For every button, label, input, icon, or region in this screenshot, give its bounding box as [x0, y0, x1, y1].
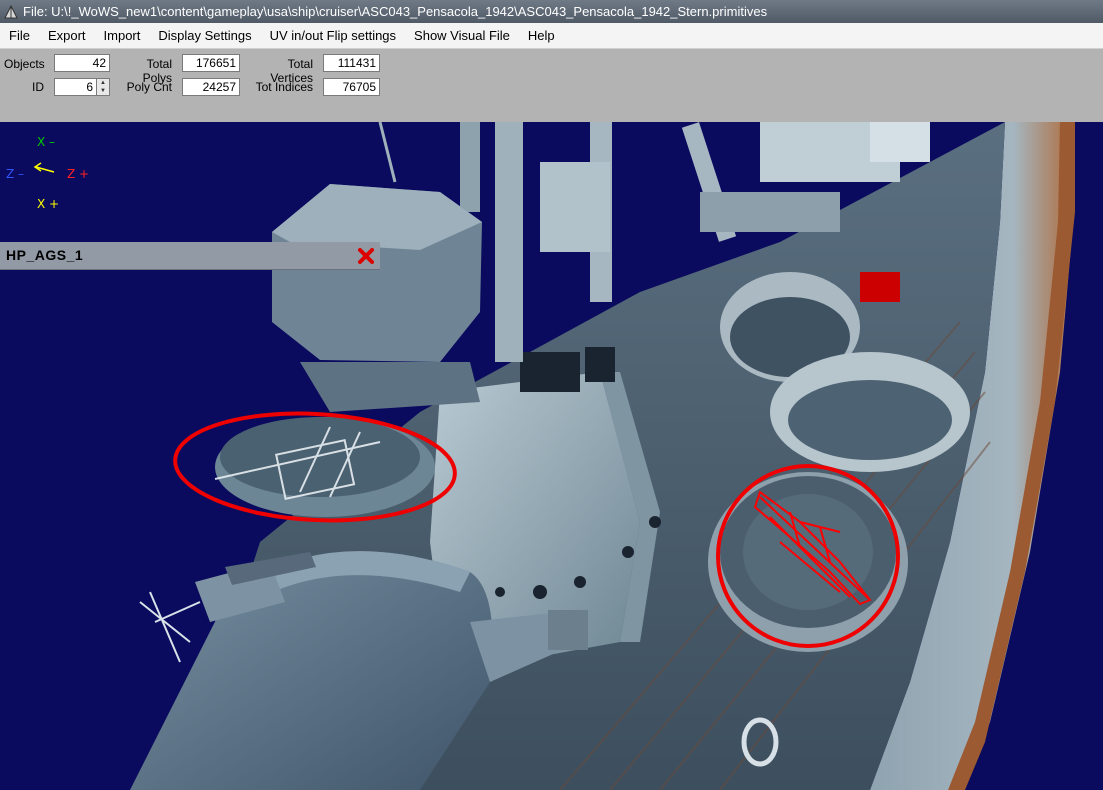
id-field[interactable]: 6: [54, 78, 97, 96]
menu-display-settings[interactable]: Display Settings: [149, 28, 260, 43]
total-vertices-field[interactable]: 111431: [323, 54, 380, 72]
id-label: ID: [32, 80, 44, 94]
poly-cnt-label: Poly Cnt: [126, 80, 172, 94]
axis-z-minus-label: Z –: [6, 167, 25, 181]
title-bar: File: U:\!_WoWS_new1\content\gameplay\us…: [0, 0, 1103, 23]
menu-import[interactable]: Import: [95, 28, 150, 43]
axis-x-plus-label: X +: [37, 197, 60, 211]
ship-model-render: [130, 122, 1075, 790]
stats-panel: Objects 42 ID 6 ▲ ▼ Total Polys 176651 P…: [0, 49, 1103, 122]
spin-up-icon[interactable]: ▲: [97, 79, 109, 87]
spin-down-icon[interactable]: ▼: [97, 87, 109, 95]
menu-uv-flip-settings[interactable]: UV in/out Flip settings: [261, 28, 405, 43]
menu-file[interactable]: File: [0, 28, 39, 43]
id-spinner[interactable]: ▲ ▼: [97, 78, 110, 96]
axis-z-plus-label: Z +: [67, 167, 90, 181]
objects-label: Objects: [4, 57, 45, 71]
menu-help[interactable]: Help: [519, 28, 564, 43]
menu-export[interactable]: Export: [39, 28, 95, 43]
objects-field[interactable]: 42: [54, 54, 110, 72]
tot-indices-label: Tot Indices: [255, 80, 313, 94]
tot-indices-field[interactable]: 76705: [323, 78, 380, 96]
hardpoint-name: HP_AGS_1: [6, 247, 84, 263]
axis-arrow-icon: [33, 162, 55, 173]
poly-cnt-field[interactable]: 24257: [182, 78, 240, 96]
axis-x-minus-label: X –: [37, 135, 56, 149]
hardpoint-panel: HP_AGS_1: [0, 242, 380, 269]
menu-show-visual-file[interactable]: Show Visual File: [405, 28, 519, 43]
app-icon: [4, 4, 18, 18]
close-icon[interactable]: [357, 247, 375, 265]
menu-bar: File Export Import Display Settings UV i…: [0, 23, 1103, 49]
model-viewport[interactable]: X – Z – Z + X +: [0, 122, 1103, 790]
total-polys-field[interactable]: 176651: [182, 54, 240, 72]
window-title: File: U:\!_WoWS_new1\content\gameplay\us…: [23, 4, 768, 19]
